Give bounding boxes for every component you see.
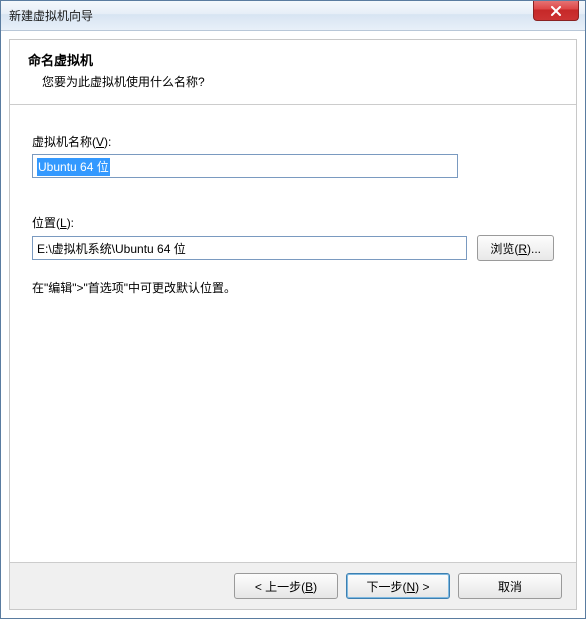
wizard-footer: < 上一步(B) 下一步(N) > 取消 [10,562,576,609]
vm-name-input[interactable]: Ubuntu 64 位 [32,154,458,178]
cancel-button[interactable]: 取消 [458,573,562,599]
wizard-window: 新建虚拟机向导 命名虚拟机 您要为此虚拟机使用什么名称? 虚拟机名称(V): U… [0,0,586,619]
page-title: 命名虚拟机 [28,50,558,69]
close-button[interactable] [533,1,579,21]
close-icon [550,6,562,16]
browse-button[interactable]: 浏览(R)... [477,235,554,261]
location-label: 位置(L): [32,214,554,231]
window-title: 新建虚拟机向导 [9,7,93,24]
page-subtitle: 您要为此虚拟机使用什么名称? [28,73,558,90]
wizard-header: 命名虚拟机 您要为此虚拟机使用什么名称? [10,40,576,105]
wizard-inner: 命名虚拟机 您要为此虚拟机使用什么名称? 虚拟机名称(V): Ubuntu 64… [9,39,577,610]
back-button[interactable]: < 上一步(B) [234,573,338,599]
location-input[interactable] [32,236,467,260]
vm-name-label: 虚拟机名称(V): [32,133,554,150]
next-button[interactable]: 下一步(N) > [346,573,450,599]
titlebar: 新建虚拟机向导 [1,1,585,31]
wizard-body: 虚拟机名称(V): Ubuntu 64 位 位置(L): 浏览(R)... 在"… [10,105,576,562]
default-location-hint: 在"编辑">"首选项"中可更改默认位置。 [32,279,554,296]
vm-name-value: Ubuntu 64 位 [37,158,110,176]
